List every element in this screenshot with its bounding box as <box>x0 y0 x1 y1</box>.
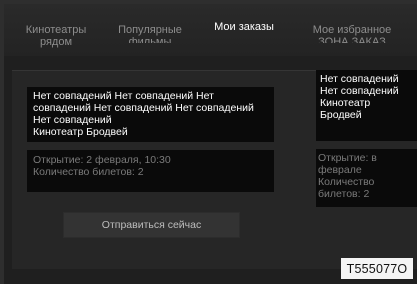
tab-my-orders[interactable]: Мои заказы <box>200 21 288 33</box>
order-theater-name: Кинотеатр Бродвей <box>33 126 128 138</box>
order-movie-text: Нет совпадений Нет совпадений Нет совпад… <box>33 90 254 126</box>
tab-label-line1: Мои заказы <box>214 21 274 33</box>
tab-label-line1: Кинотеатры <box>25 24 87 36</box>
tab-my-favorites[interactable]: Мое избранное ЗОНА ЗАКАЗ <box>308 24 396 43</box>
tab-label-line1: Популярные <box>118 24 182 36</box>
next-order-movie-text: Нет совпадений Нет совпадений <box>320 73 399 97</box>
next-order-movie-card: Нет совпадений Нет совпадений Кинотеатр … <box>316 70 417 141</box>
go-now-button[interactable]: Отправиться сейчас <box>64 213 239 237</box>
next-order-opening-time: Открытие: в феврале <box>318 152 377 176</box>
next-order-theater-name: Кинотеатр Бродвей <box>320 97 371 121</box>
tab-label-line1: Мое избранное <box>312 24 392 36</box>
next-order-preview[interactable]: Нет совпадений Нет совпадений Кинотеатр … <box>316 70 417 207</box>
tab-label-line2: рядом <box>39 36 73 48</box>
tab-label-line2: фильмы <box>128 36 172 43</box>
device-code-label: T555077O <box>341 258 413 279</box>
order-opening-time: Открытие: 2 февраля, 10:30 <box>33 154 171 166</box>
app-screen: Кинотеатры рядом Популярные фильмы Мои з… <box>4 4 417 284</box>
next-order-details-card: Открытие: в феврале Количество билетов: … <box>316 149 417 207</box>
order-ticket-count: Количество билетов: 2 <box>33 166 144 178</box>
tab-label-line2: ЗОНА ЗАКАЗ <box>318 36 386 43</box>
top-navigation: Кинотеатры рядом Популярные фильмы Мои з… <box>4 4 417 56</box>
order-details-card: Открытие: 2 февраля, 10:30 Количество би… <box>27 150 274 192</box>
tab-popular-movies[interactable]: Популярные фильмы <box>110 24 190 43</box>
next-order-ticket-count: Количество билетов: 2 <box>318 176 375 200</box>
tab-cinemas-nearby[interactable]: Кинотеатры рядом <box>16 24 96 48</box>
order-movie-card[interactable]: Нет совпадений Нет совпадений Нет совпад… <box>27 87 274 142</box>
